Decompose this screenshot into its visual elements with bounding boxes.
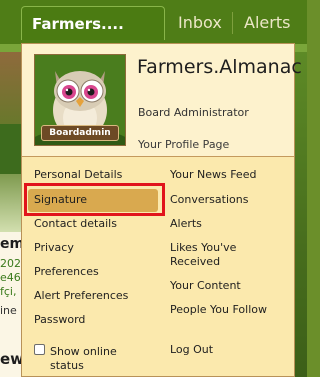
menu-item-preferences[interactable]: Preferences [34,265,99,279]
menu-item-your-content[interactable]: Your Content [170,279,241,293]
background-text: ew [0,350,22,368]
menu-item-personal-details[interactable]: Personal Details [34,168,122,182]
selection-outline [24,183,165,216]
avatar-badge: Boardadmin [41,125,119,141]
show-online-status-checkbox[interactable] [34,344,45,355]
account-dropdown-menu: Boardadmin Farmers.Almanac Board Adminis… [21,43,302,377]
menu-item-alert-preferences[interactable]: Alert Preferences [34,289,128,303]
page-right-edge [295,52,307,377]
avatar[interactable]: Boardadmin [34,54,126,146]
menu-item-alerts[interactable]: Alerts [170,217,202,231]
show-online-status-label[interactable]: Show online status [50,345,150,373]
background-text: fçi, [0,285,17,298]
menu-item-conversations[interactable]: Conversations [170,193,248,207]
menu-divider [22,156,294,157]
background-text: e46, [0,271,22,284]
background-text: ine [0,304,17,317]
log-out-link[interactable]: Log Out [170,343,213,357]
profile-name[interactable]: Farmers.Almanac [137,56,302,78]
menu-item-people-you-follow[interactable]: People You Follow [170,303,267,317]
tab-inbox[interactable]: Inbox [178,6,222,40]
tab-account[interactable]: Farmers.... [21,6,165,40]
menu-item-privacy[interactable]: Privacy [34,241,74,255]
menu-item-likes-received[interactable]: Likes You've Received [170,241,265,269]
menu-item-news-feed[interactable]: Your News Feed [170,168,256,182]
menu-item-password[interactable]: Password [34,313,85,327]
profile-role: Board Administrator [138,106,249,119]
background-text: em [0,236,22,252]
tab-alerts[interactable]: Alerts [244,6,290,40]
background-text: 202 [0,257,21,270]
menu-item-contact-details[interactable]: Contact details [34,217,117,231]
tab-divider [232,12,233,34]
your-profile-page-link[interactable]: Your Profile Page [138,138,229,151]
